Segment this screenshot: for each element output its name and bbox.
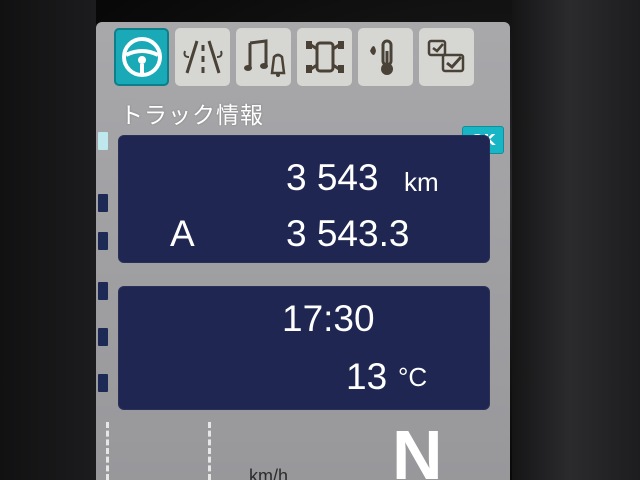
steering-wheel-icon bbox=[121, 37, 162, 77]
scroll-segment bbox=[98, 282, 108, 300]
odometer-value: 3 543 bbox=[286, 157, 379, 198]
tab-truck-info[interactable] bbox=[114, 28, 169, 86]
scroll-segment bbox=[98, 374, 108, 392]
trip-value: 3 543.3 bbox=[286, 213, 410, 254]
temperature-icon bbox=[369, 39, 393, 75]
audio-music-icon bbox=[243, 39, 285, 77]
lane-assist-icon bbox=[183, 40, 222, 74]
gauge-divider bbox=[208, 422, 211, 480]
odometer-unit: km bbox=[404, 167, 439, 197]
scroll-segment bbox=[98, 194, 108, 212]
tab-vehicle-settings[interactable] bbox=[297, 28, 352, 86]
scroll-segment bbox=[98, 232, 108, 250]
clock-time: 17:30 bbox=[282, 298, 375, 339]
speed-unit-label: km/h bbox=[249, 466, 289, 480]
page-title: トラック情報 bbox=[120, 103, 264, 129]
tab-audio[interactable] bbox=[236, 28, 291, 86]
checklist-icon bbox=[427, 39, 464, 73]
trip-label: A bbox=[170, 213, 195, 254]
scroll-segment bbox=[98, 328, 108, 346]
scroll-segment-current bbox=[98, 132, 108, 150]
odometer-panel[interactable]: 3 543 km A 3 543.3 bbox=[118, 135, 490, 263]
clock-temperature-panel[interactable]: 17:30 13 °C bbox=[118, 286, 490, 410]
tab-driver-assist[interactable] bbox=[175, 28, 230, 86]
gauge-divider bbox=[106, 422, 109, 480]
temperature-unit: °C bbox=[398, 362, 428, 392]
tab-temperature[interactable] bbox=[358, 28, 413, 86]
gear-indicator: N bbox=[392, 416, 443, 480]
vehicle-settings-icon bbox=[305, 41, 344, 73]
scroll-indicator bbox=[98, 132, 108, 412]
menu-tab-bar bbox=[114, 28, 474, 86]
left-bezel bbox=[0, 0, 96, 480]
outside-temperature-value: 13 bbox=[346, 356, 388, 397]
instrument-display: トラック情報 OK 3 543 km A 3 543.3 17:30 13 °C… bbox=[96, 22, 510, 480]
right-bezel bbox=[512, 0, 640, 480]
tab-checklist[interactable] bbox=[419, 28, 474, 86]
